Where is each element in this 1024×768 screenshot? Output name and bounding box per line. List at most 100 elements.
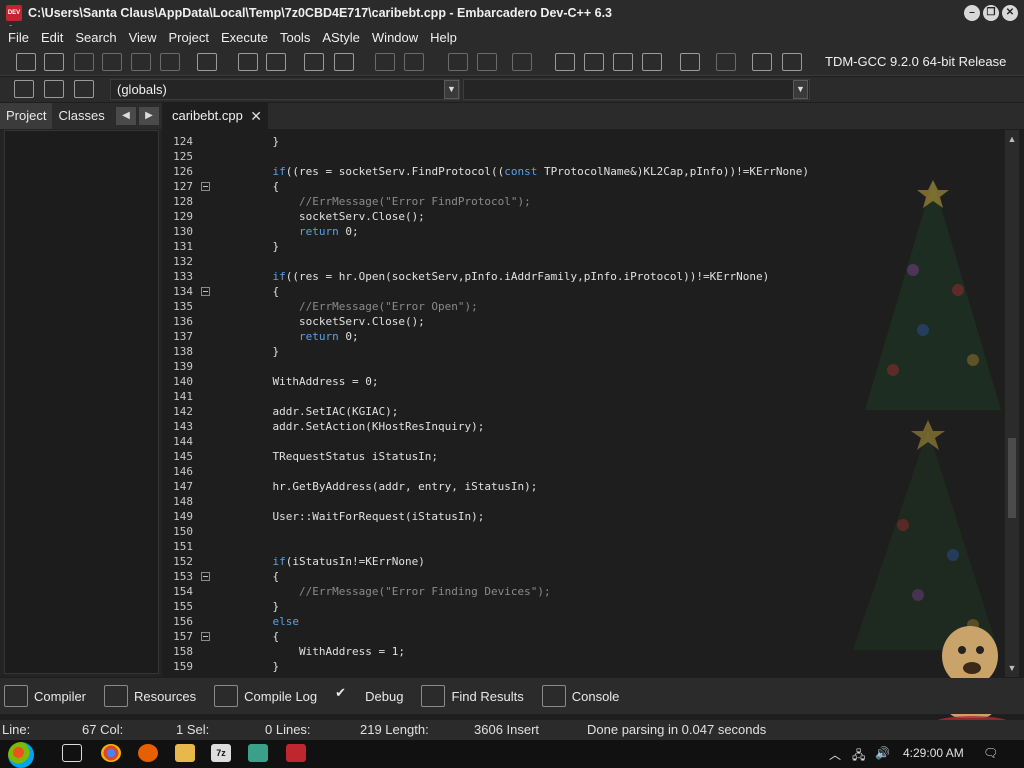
menu-view[interactable]: View <box>123 30 163 45</box>
file-explorer-icon[interactable] <box>175 744 195 762</box>
tab-classes[interactable]: Classes <box>52 103 110 129</box>
task-view-icon[interactable] <box>62 744 82 762</box>
fold-toggle-icon[interactable] <box>201 572 210 581</box>
minimize-button[interactable]: – <box>964 5 980 21</box>
run-icon[interactable] <box>584 53 604 71</box>
tab-find-results[interactable]: Find Results <box>417 685 524 707</box>
comment-icon[interactable] <box>304 53 324 71</box>
save-all-icon[interactable] <box>102 53 122 71</box>
redo-icon[interactable] <box>404 53 424 71</box>
tab-caribebt-cpp[interactable]: caribebt.cpp ✕ <box>163 103 268 129</box>
code-line[interactable]: 134 { <box>163 284 1005 299</box>
tab-project[interactable]: Project <box>0 103 53 129</box>
members-combobox[interactable] <box>463 79 810 100</box>
menu-edit[interactable]: Edit <box>35 30 69 45</box>
profile-icon[interactable] <box>752 53 772 71</box>
syntax-check-icon[interactable] <box>680 53 700 71</box>
fold-toggle-icon[interactable] <box>201 632 210 641</box>
indent-icon[interactable] <box>334 53 354 71</box>
close-icon[interactable]: ✕ <box>250 103 262 129</box>
code-line[interactable]: 145 TRequestStatus iStatusIn; <box>163 449 1005 464</box>
code-line[interactable]: 142 addr.SetIAC(KGIAC); <box>163 404 1005 419</box>
code-line[interactable]: 151 <box>163 539 1005 554</box>
volume-icon[interactable]: 🔊 <box>875 746 890 760</box>
notification-icon[interactable]: 🗨 <box>983 746 998 760</box>
code-line[interactable]: 155 } <box>163 599 1005 614</box>
code-line[interactable]: 154 //ErrMessage("Error Finding Devices"… <box>163 584 1005 599</box>
close-file-icon[interactable] <box>131 53 151 71</box>
menu-tools[interactable]: Tools <box>274 30 316 45</box>
code-line[interactable]: 125 <box>163 149 1005 164</box>
tab-compile-log[interactable]: Compile Log <box>210 685 317 707</box>
code-line[interactable]: 131 } <box>163 239 1005 254</box>
new-file-icon[interactable] <box>16 53 36 71</box>
code-line[interactable]: 147 hr.GetByAddress(addr, entry, iStatus… <box>163 479 1005 494</box>
tab-compiler[interactable]: Compiler <box>0 685 86 707</box>
tab-resources[interactable]: Resources <box>100 685 196 707</box>
network-icon[interactable]: 🖧 <box>852 746 865 767</box>
bookmark-icon[interactable] <box>44 80 64 98</box>
close-all-icon[interactable] <box>160 53 180 71</box>
code-line[interactable]: 159 } <box>163 659 1005 674</box>
open-folder-icon[interactable] <box>44 53 64 71</box>
add-to-project-icon[interactable] <box>477 53 497 71</box>
code-line[interactable]: 148 <box>163 494 1005 509</box>
chrome-icon[interactable] <box>101 744 121 762</box>
globals-combobox[interactable]: (globals) <box>110 79 460 100</box>
replace-icon[interactable] <box>266 53 286 71</box>
compiler-select[interactable]: TDM-GCC 9.2.0 64-bit Release <box>817 50 1024 74</box>
code-line[interactable]: 157 { <box>163 629 1005 644</box>
project-options-icon[interactable] <box>512 53 532 71</box>
code-line[interactable]: 152 if(iStatusIn!=KErrNone) <box>163 554 1005 569</box>
code-line[interactable]: 138 } <box>163 344 1005 359</box>
code-line[interactable]: 139 <box>163 359 1005 374</box>
chevron-right-icon[interactable]: ▶ <box>139 107 159 125</box>
chevron-down-icon[interactable]: ▼ <box>444 80 459 99</box>
compile-run-icon[interactable] <box>613 53 633 71</box>
start-button[interactable] <box>8 742 34 768</box>
code-line[interactable]: 130 return 0; <box>163 224 1005 239</box>
stop-execution-icon[interactable] <box>716 53 736 71</box>
code-line[interactable]: 153 { <box>163 569 1005 584</box>
goto-icon[interactable] <box>14 80 34 98</box>
code-line[interactable]: 143 addr.SetAction(KHostResInquiry); <box>163 419 1005 434</box>
code-line[interactable]: 127 { <box>163 179 1005 194</box>
code-line[interactable]: 137 return 0; <box>163 329 1005 344</box>
firefox-icon[interactable] <box>138 744 158 762</box>
chevron-left-icon[interactable]: ◀ <box>116 107 136 125</box>
menu-astyle[interactable]: AStyle <box>316 30 366 45</box>
chevron-up-icon[interactable]: ︿ <box>829 746 841 763</box>
compile-icon[interactable] <box>555 53 575 71</box>
code-line[interactable]: 135 //ErrMessage("Error Open"); <box>163 299 1005 314</box>
code-line[interactable]: 141 <box>163 389 1005 404</box>
menu-project[interactable]: Project <box>163 30 215 45</box>
rebuild-all-icon[interactable] <box>642 53 662 71</box>
code-line[interactable]: 156 else <box>163 614 1005 629</box>
menu-file[interactable]: File <box>2 30 35 45</box>
menu-window[interactable]: Window <box>366 30 424 45</box>
code-line[interactable]: 158 WithAddress = 1; <box>163 644 1005 659</box>
restore-button[interactable]: ❐ <box>983 5 999 21</box>
code-line[interactable]: 146 <box>163 464 1005 479</box>
scrollbar-thumb[interactable] <box>1008 438 1016 518</box>
menu-help[interactable]: Help <box>424 30 463 45</box>
close-button[interactable]: ✕ <box>1002 5 1018 21</box>
code-line[interactable]: 149 User::WaitForRequest(iStatusIn); <box>163 509 1005 524</box>
taskbar-clock[interactable]: 4:29:00 AM <box>903 746 964 760</box>
delete-profile-icon[interactable] <box>782 53 802 71</box>
tab-console[interactable]: Console <box>538 685 619 707</box>
code-line[interactable]: 133 if((res = hr.Open(socketServ,pInfo.i… <box>163 269 1005 284</box>
menu-execute[interactable]: Execute <box>215 30 274 45</box>
code-line[interactable]: 129 socketServ.Close(); <box>163 209 1005 224</box>
editor-vertical-scrollbar[interactable]: ▲ ▼ <box>1005 130 1019 677</box>
code-line[interactable]: 136 socketServ.Close(); <box>163 314 1005 329</box>
chevron-down-icon[interactable]: ▼ <box>793 80 808 99</box>
code-line[interactable]: 124 } <box>163 134 1005 149</box>
menu-search[interactable]: Search <box>69 30 122 45</box>
save-icon[interactable] <box>74 53 94 71</box>
chevron-down-icon[interactable]: ▼ <box>1005 661 1019 675</box>
code-editor[interactable]: 124 } 125 126 if((res = socketServ.FindPro… <box>163 130 1005 677</box>
code-line[interactable]: 150 <box>163 524 1005 539</box>
code-line[interactable]: 140 WithAddress = 0; <box>163 374 1005 389</box>
new-project-icon[interactable] <box>448 53 468 71</box>
